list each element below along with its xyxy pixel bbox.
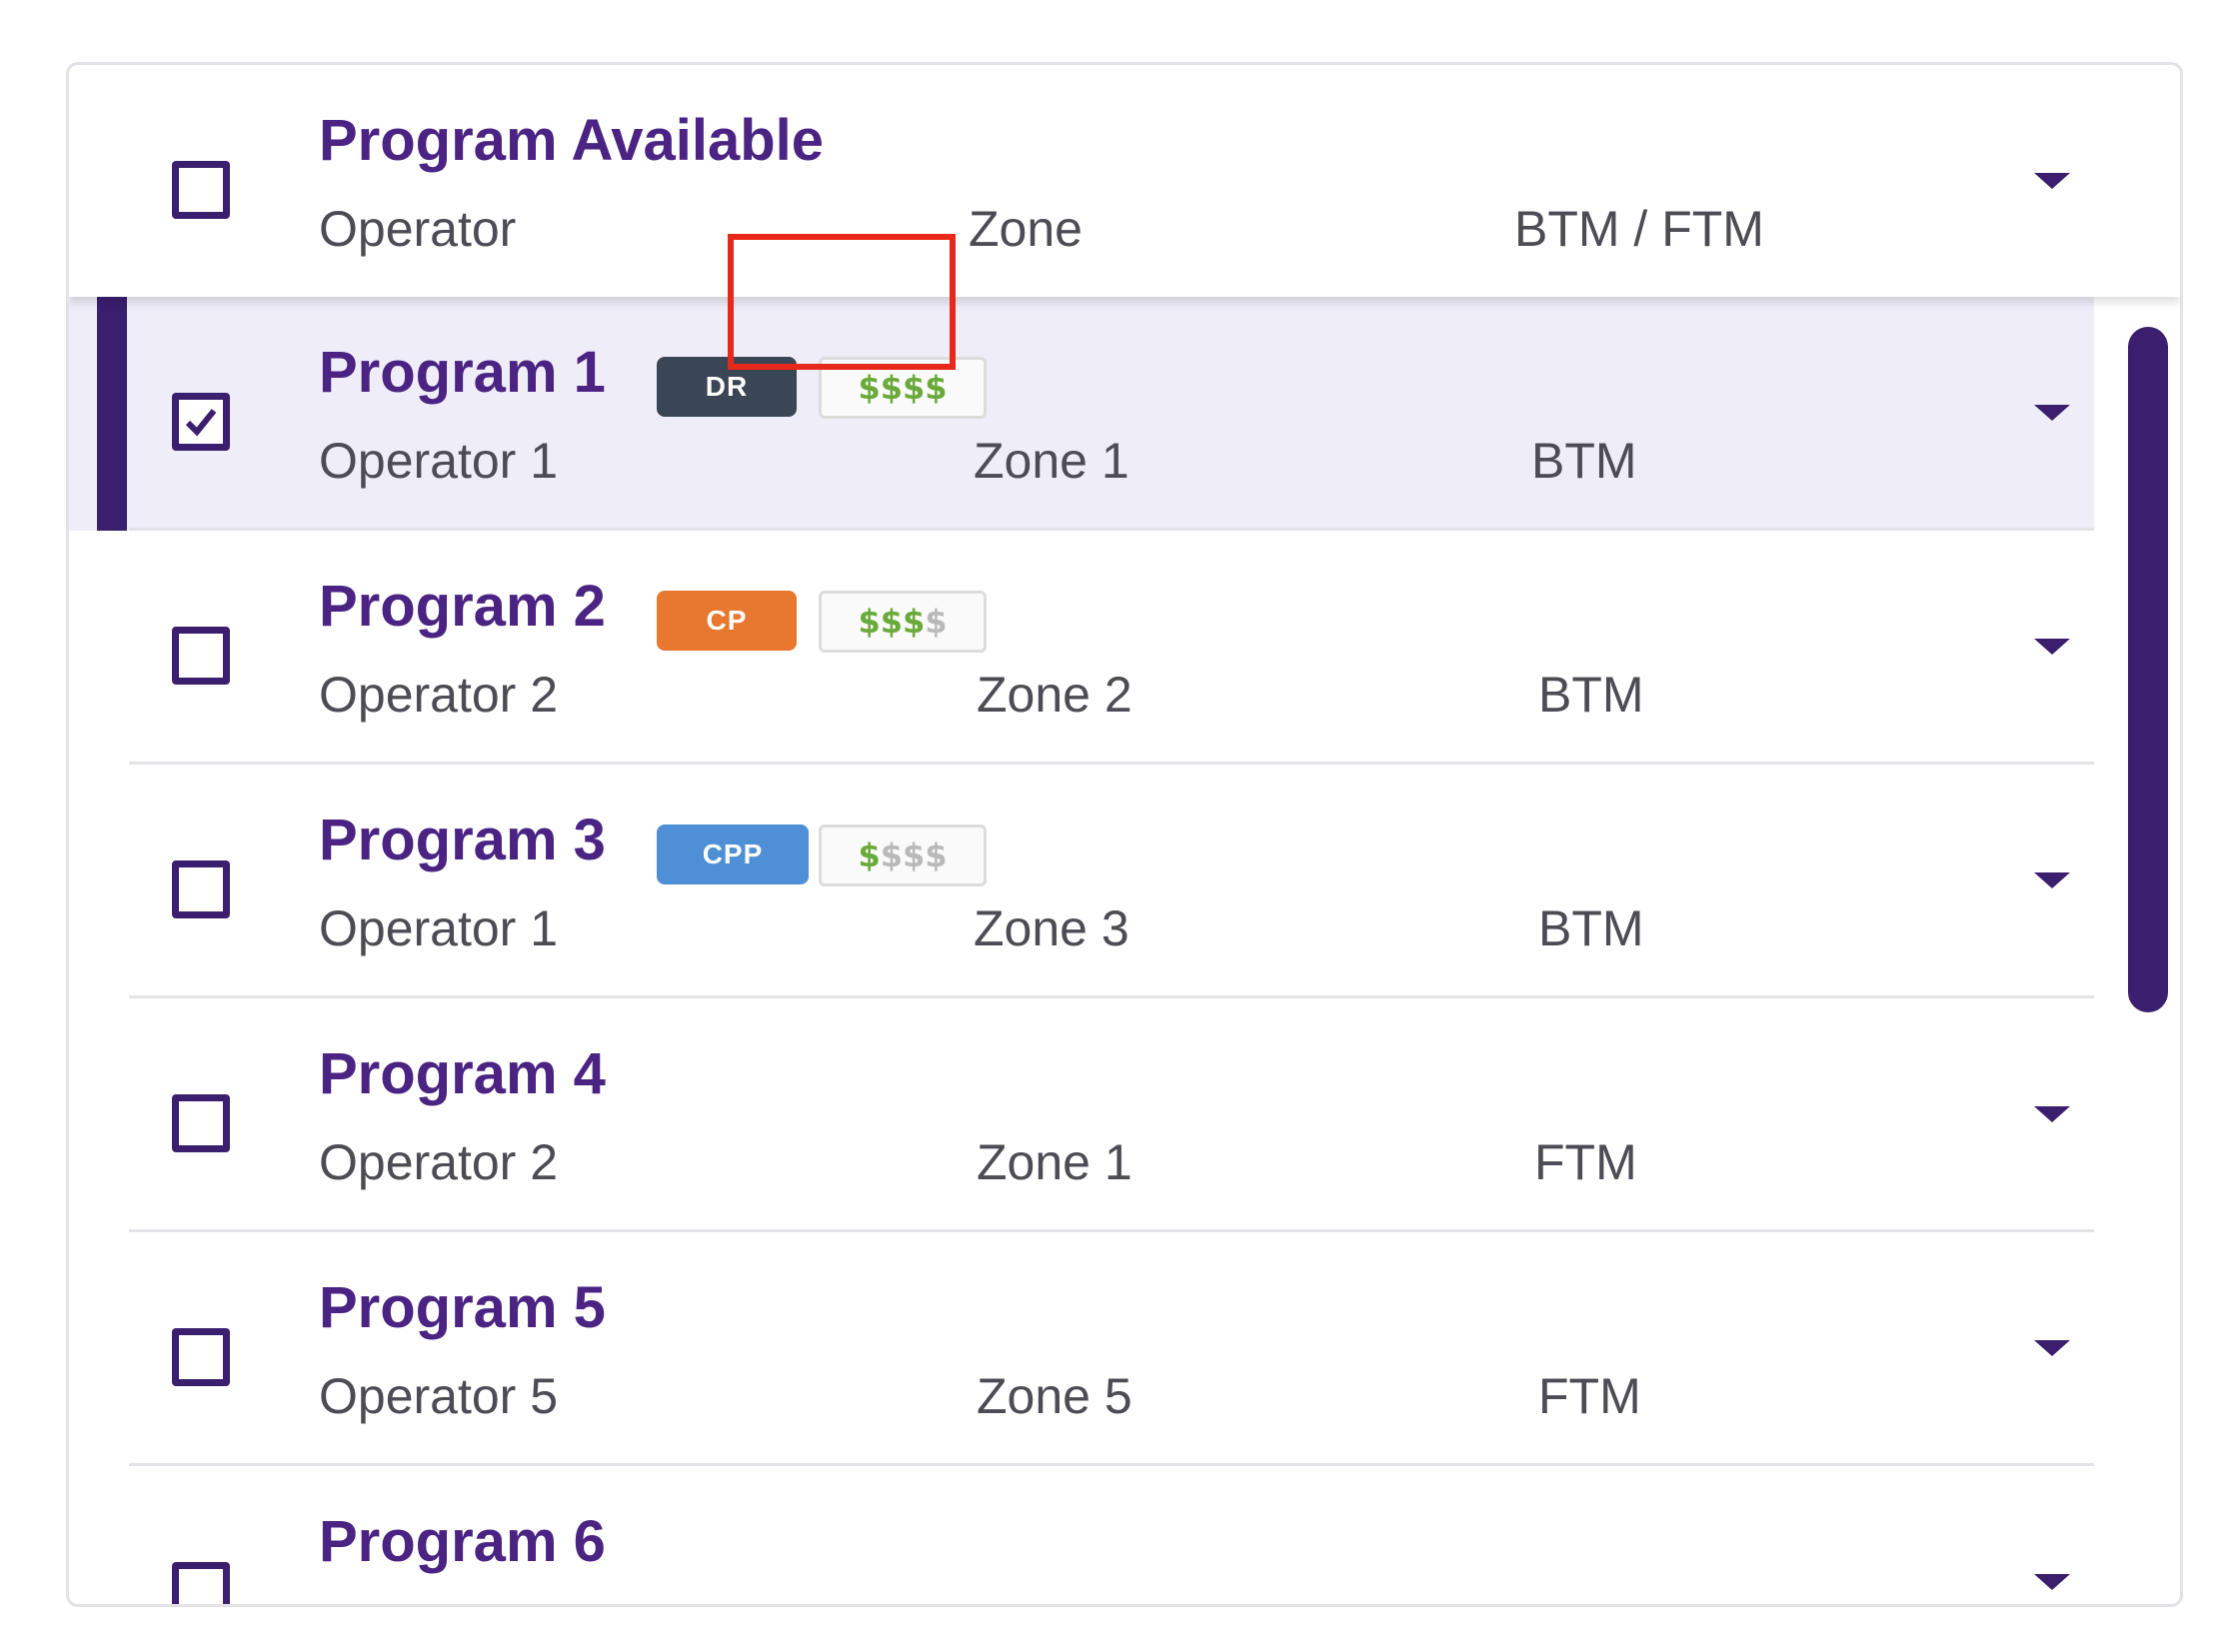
program-operator: Operator 2 — [319, 1134, 559, 1190]
program-name: Program 4 — [319, 1041, 606, 1106]
annotation-highlight-box — [728, 234, 956, 370]
program-zone: Zone 2 — [977, 667, 1132, 723]
program-operator: Operator 1 — [319, 900, 559, 956]
program-type: BTM — [1538, 667, 1644, 723]
price-symbol: $ — [858, 369, 881, 407]
program-rows: Program 1 DR $$$$ Operator 1 Zone 1 BTM … — [69, 277, 2180, 1604]
price-symbol: $ — [925, 836, 948, 874]
program-type: BTM — [1531, 433, 1637, 489]
scrollbar-track[interactable] — [2094, 297, 2180, 1604]
program-row-5[interactable]: Program 5 Operator 5 Zone 5 FTM — [69, 1232, 2098, 1466]
price-text: $$$$ — [858, 369, 947, 407]
price-text: $$$$ — [858, 836, 947, 874]
price-symbol: $ — [880, 603, 903, 641]
price-symbol: $ — [858, 603, 881, 641]
program-operator: Operator 1 — [319, 433, 559, 489]
column-header-btm-ftm: BTM / FTM — [1514, 201, 1764, 257]
price-level-indicator: $$$$ — [819, 825, 987, 886]
price-symbol: $ — [903, 369, 926, 407]
price-symbol: $ — [903, 836, 926, 874]
program-6-checkbox[interactable] — [172, 1562, 230, 1604]
program-operator: Operator 2 — [319, 667, 559, 723]
price-symbol: $ — [925, 369, 948, 407]
header-expand-caret-icon[interactable] — [2034, 173, 2070, 189]
expand-caret-icon[interactable] — [2034, 1340, 2070, 1356]
program-name: Program 2 — [319, 574, 606, 639]
program-5-checkbox[interactable] — [172, 1328, 230, 1386]
header-title: Program Available — [319, 108, 825, 173]
program-row-1[interactable]: Program 1 DR $$$$ Operator 1 Zone 1 BTM — [69, 277, 2098, 531]
program-zone: Zone 5 — [977, 1368, 1132, 1424]
program-2-checkbox[interactable] — [172, 627, 230, 685]
program-row-6[interactable]: Program 6 — [69, 1466, 2098, 1604]
expand-caret-icon[interactable] — [2034, 872, 2070, 888]
program-zone: Zone 1 — [974, 433, 1129, 489]
scrollbar-thumb[interactable] — [2128, 327, 2168, 1012]
column-header-operator: Operator — [319, 201, 517, 257]
program-zone: Zone 1 — [977, 1134, 1132, 1190]
program-name: Program 5 — [319, 1275, 606, 1340]
program-row-3[interactable]: Program 3 CPP $$$$ Operator 1 Zone 3 BTM — [69, 765, 2098, 998]
program-4-checkbox[interactable] — [172, 1094, 230, 1152]
program-type: BTM — [1538, 900, 1644, 956]
expand-caret-icon[interactable] — [2034, 405, 2070, 421]
price-symbol: $ — [925, 603, 948, 641]
column-header-zone: Zone — [969, 201, 1083, 257]
selected-row-indicator — [97, 277, 127, 531]
expand-caret-icon[interactable] — [2034, 639, 2070, 655]
program-list-header: Program Available Operator Zone BTM / FT… — [69, 65, 2180, 297]
expand-caret-icon[interactable] — [2034, 1574, 2070, 1590]
program-1-checkbox[interactable] — [172, 393, 230, 451]
price-symbol: $ — [858, 836, 881, 874]
price-text: $$$$ — [858, 603, 947, 641]
price-symbol: $ — [880, 836, 903, 874]
program-zone: Zone 3 — [974, 900, 1129, 956]
badge-cpp: CPP — [657, 825, 809, 884]
badge-cp: CP — [657, 591, 797, 651]
select-all-checkbox[interactable] — [172, 161, 230, 219]
program-operator: Operator 5 — [319, 1368, 559, 1424]
price-level-indicator: $$$$ — [819, 591, 987, 653]
price-symbol: $ — [903, 603, 926, 641]
program-row-2[interactable]: Program 2 CP $$$$ Operator 2 Zone 2 BTM — [69, 531, 2098, 765]
expand-caret-icon[interactable] — [2034, 1106, 2070, 1122]
program-type: FTM — [1534, 1134, 1637, 1190]
program-name: Program 6 — [319, 1509, 606, 1574]
program-row-4[interactable]: Program 4 Operator 2 Zone 1 FTM — [69, 998, 2098, 1232]
program-name: Program 1 — [319, 340, 606, 405]
program-type: FTM — [1538, 1368, 1641, 1424]
program-3-checkbox[interactable] — [172, 860, 230, 918]
checkmark-icon — [185, 409, 217, 437]
program-name: Program 3 — [319, 808, 606, 872]
program-list-panel: Program Available Operator Zone BTM / FT… — [66, 62, 2183, 1607]
price-symbol: $ — [880, 369, 903, 407]
